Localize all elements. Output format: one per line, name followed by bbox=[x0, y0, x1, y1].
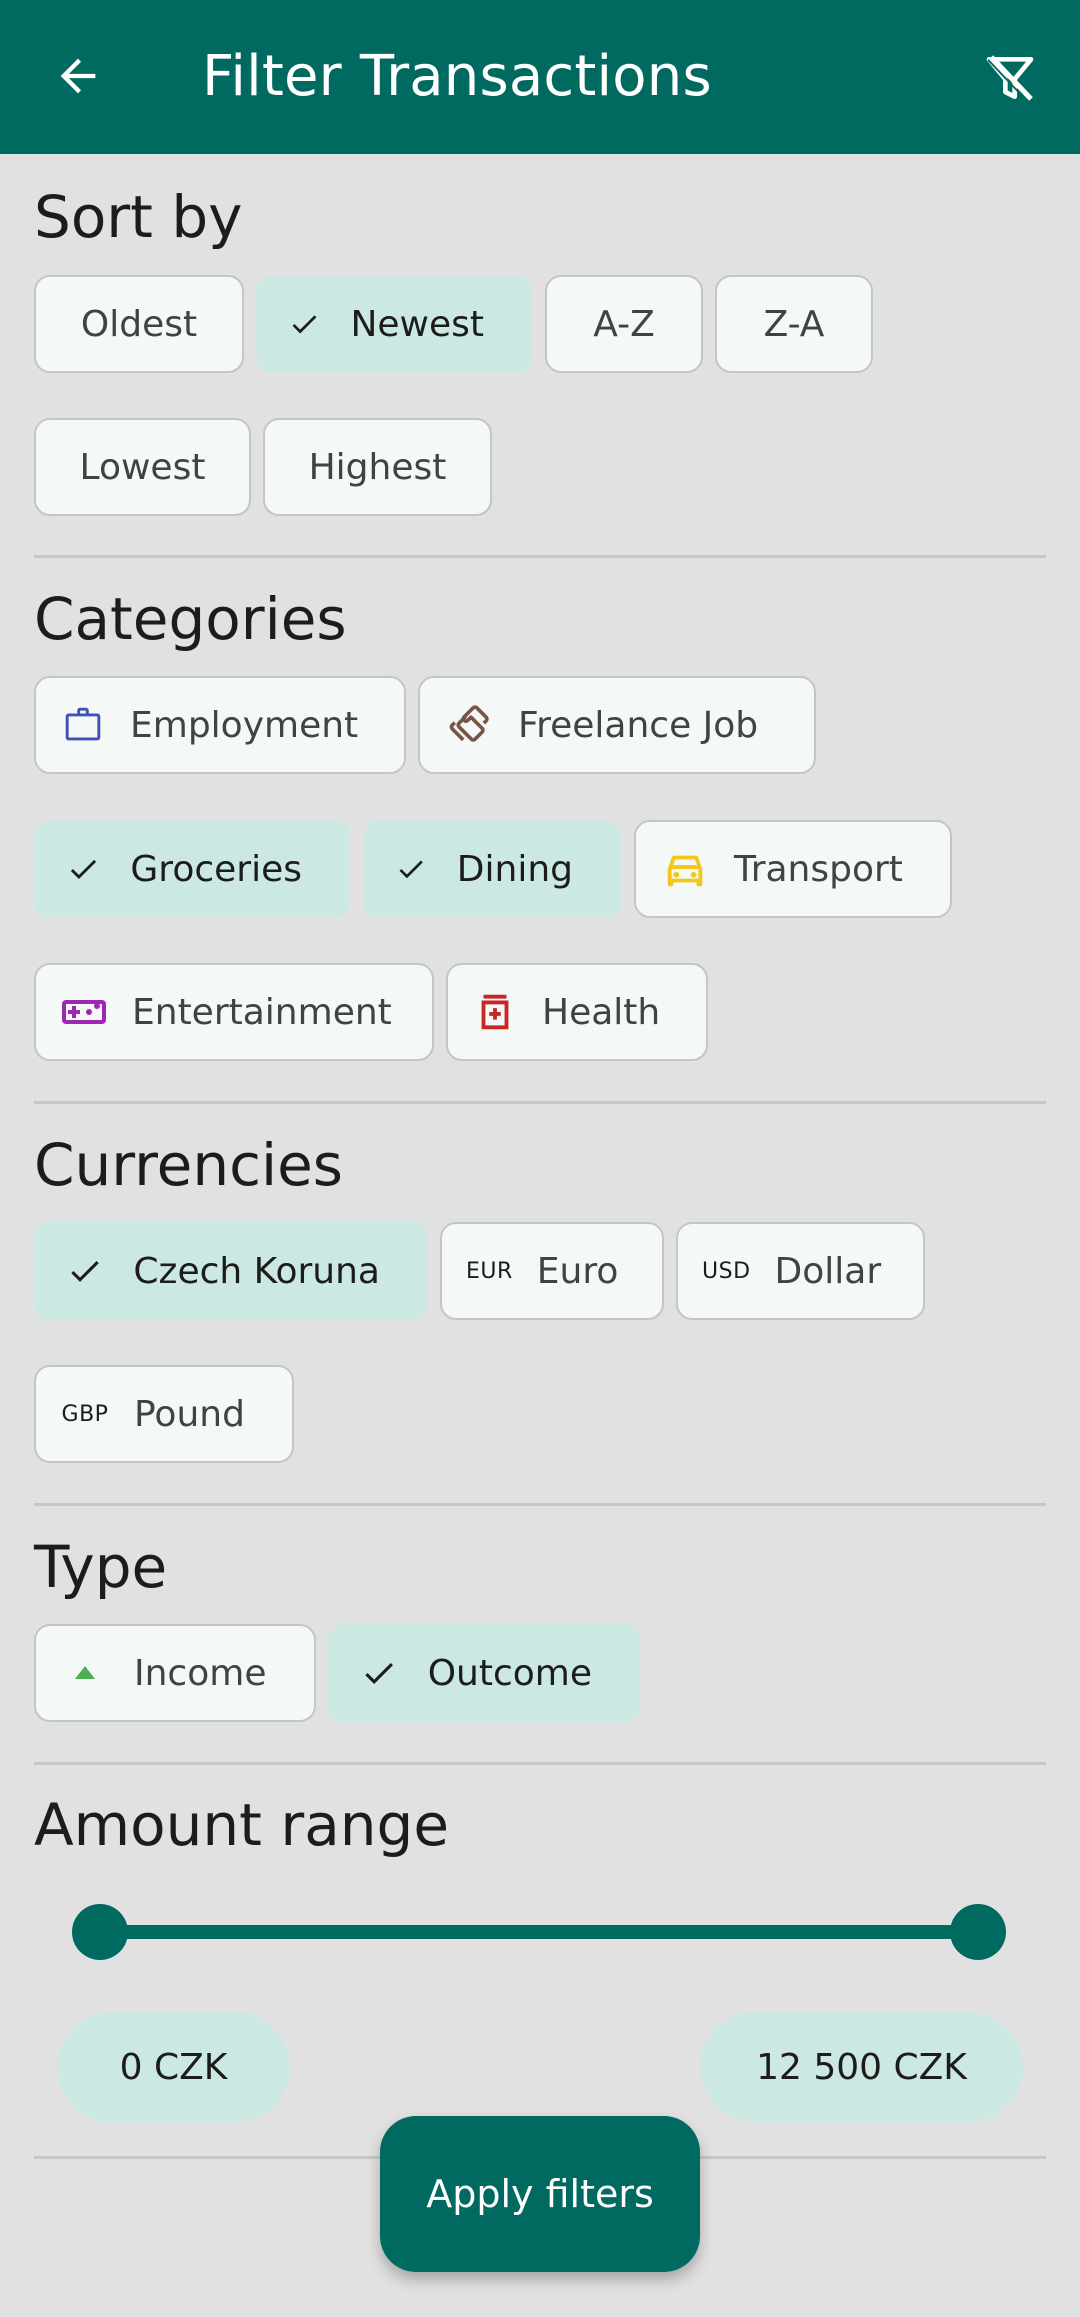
divider bbox=[34, 1762, 1046, 1765]
category-chip-entertainment[interactable]: Entertainment bbox=[34, 963, 434, 1061]
sort-chip-oldest[interactable]: Oldest bbox=[34, 275, 244, 373]
app-bar: Filter Transactions bbox=[0, 0, 1080, 154]
currency-chip-dollar[interactable]: USD Dollar bbox=[676, 1222, 925, 1320]
check-icon bbox=[292, 315, 317, 334]
sort-chip-highest[interactable]: Highest bbox=[263, 418, 492, 516]
apply-filters-button[interactable]: Apply filters bbox=[380, 2116, 700, 2272]
chip-label: Dollar bbox=[774, 1250, 882, 1292]
chip-label: Highest bbox=[308, 446, 447, 488]
amount-range-max-thumb[interactable] bbox=[950, 1904, 1006, 1960]
chip-label: Czech Koruna bbox=[133, 1250, 380, 1292]
amount-range-min-thumb[interactable] bbox=[72, 1904, 128, 1960]
car-icon bbox=[660, 844, 710, 894]
currency-code: USD bbox=[702, 1258, 751, 1284]
chip-label: Groceries bbox=[130, 848, 302, 890]
medication-icon bbox=[472, 987, 518, 1037]
category-chip-employment[interactable]: Employment bbox=[34, 676, 406, 774]
chip-label: Lowest bbox=[79, 446, 206, 488]
sort-section-title: Sort by bbox=[34, 183, 243, 251]
briefcase-icon bbox=[60, 700, 106, 750]
chip-label: Euro bbox=[536, 1250, 619, 1292]
chip-label: Z-A bbox=[763, 303, 825, 345]
chip-label: Transport bbox=[734, 848, 903, 890]
chip-label: Newest bbox=[350, 303, 484, 345]
currency-code: EUR bbox=[466, 1258, 513, 1284]
handshake-icon bbox=[444, 700, 494, 750]
currency-chip-pound[interactable]: GBP Pound bbox=[34, 1365, 294, 1463]
category-chip-dining[interactable]: Dining bbox=[363, 820, 621, 918]
type-chip-income[interactable]: Income bbox=[34, 1624, 316, 1722]
check-icon bbox=[71, 1261, 99, 1282]
check-icon bbox=[365, 1662, 393, 1684]
divider bbox=[34, 1503, 1046, 1506]
category-chip-transport[interactable]: Transport bbox=[634, 820, 952, 918]
check-icon bbox=[399, 860, 423, 879]
category-chip-groceries[interactable]: Groceries bbox=[34, 820, 350, 918]
arrow-back-icon[interactable] bbox=[52, 50, 104, 102]
type-section-title: Type bbox=[34, 1533, 168, 1601]
chip-label: Freelance Job bbox=[518, 704, 759, 746]
currency-chip-czech-koruna[interactable]: Czech Koruna bbox=[34, 1222, 428, 1320]
amount-min-label: 0 CZK bbox=[119, 2046, 228, 2088]
chip-label: Outcome bbox=[427, 1652, 592, 1694]
category-chip-freelance-job[interactable]: Freelance Job bbox=[418, 676, 816, 774]
amount-max-label: 12 500 CZK bbox=[756, 2046, 967, 2088]
gamepad-icon bbox=[60, 987, 108, 1037]
chip-label: Dining bbox=[456, 848, 573, 890]
sort-chip-newest[interactable]: Newest bbox=[256, 275, 532, 373]
chip-label: Income bbox=[134, 1652, 267, 1694]
sort-chip-lowest[interactable]: Lowest bbox=[34, 418, 251, 516]
amount-range-slider-track[interactable] bbox=[100, 1925, 978, 1939]
chip-label: A-Z bbox=[593, 303, 655, 345]
divider bbox=[34, 1101, 1046, 1104]
currencies-section-title: Currencies bbox=[34, 1131, 344, 1199]
page-title: Filter Transactions bbox=[202, 44, 712, 109]
filter-off-icon[interactable] bbox=[982, 50, 1038, 106]
chip-label: Entertainment bbox=[132, 991, 392, 1033]
chip-label: Health bbox=[542, 991, 661, 1033]
currency-chip-euro[interactable]: EUR Euro bbox=[440, 1222, 664, 1320]
triangle-up-icon bbox=[60, 1648, 110, 1698]
amount-max-field[interactable]: 12 500 CZK bbox=[700, 2012, 1023, 2122]
apply-filters-label: Apply filters bbox=[426, 2172, 654, 2216]
chip-label: Employment bbox=[130, 704, 359, 746]
sort-chip-z-a[interactable]: Z-A bbox=[715, 275, 873, 373]
divider bbox=[34, 555, 1046, 558]
chip-label: Oldest bbox=[80, 303, 198, 345]
type-chip-outcome[interactable]: Outcome bbox=[328, 1624, 640, 1722]
amount-range-section-title: Amount range bbox=[34, 1791, 450, 1859]
category-chip-health[interactable]: Health bbox=[446, 963, 708, 1061]
chip-label: Pound bbox=[134, 1393, 245, 1435]
amount-min-field[interactable]: 0 CZK bbox=[57, 2012, 290, 2122]
categories-section-title: Categories bbox=[34, 585, 347, 653]
sort-chip-a-z[interactable]: A-Z bbox=[545, 275, 703, 373]
check-icon bbox=[70, 859, 97, 880]
currency-code: GBP bbox=[61, 1401, 109, 1427]
